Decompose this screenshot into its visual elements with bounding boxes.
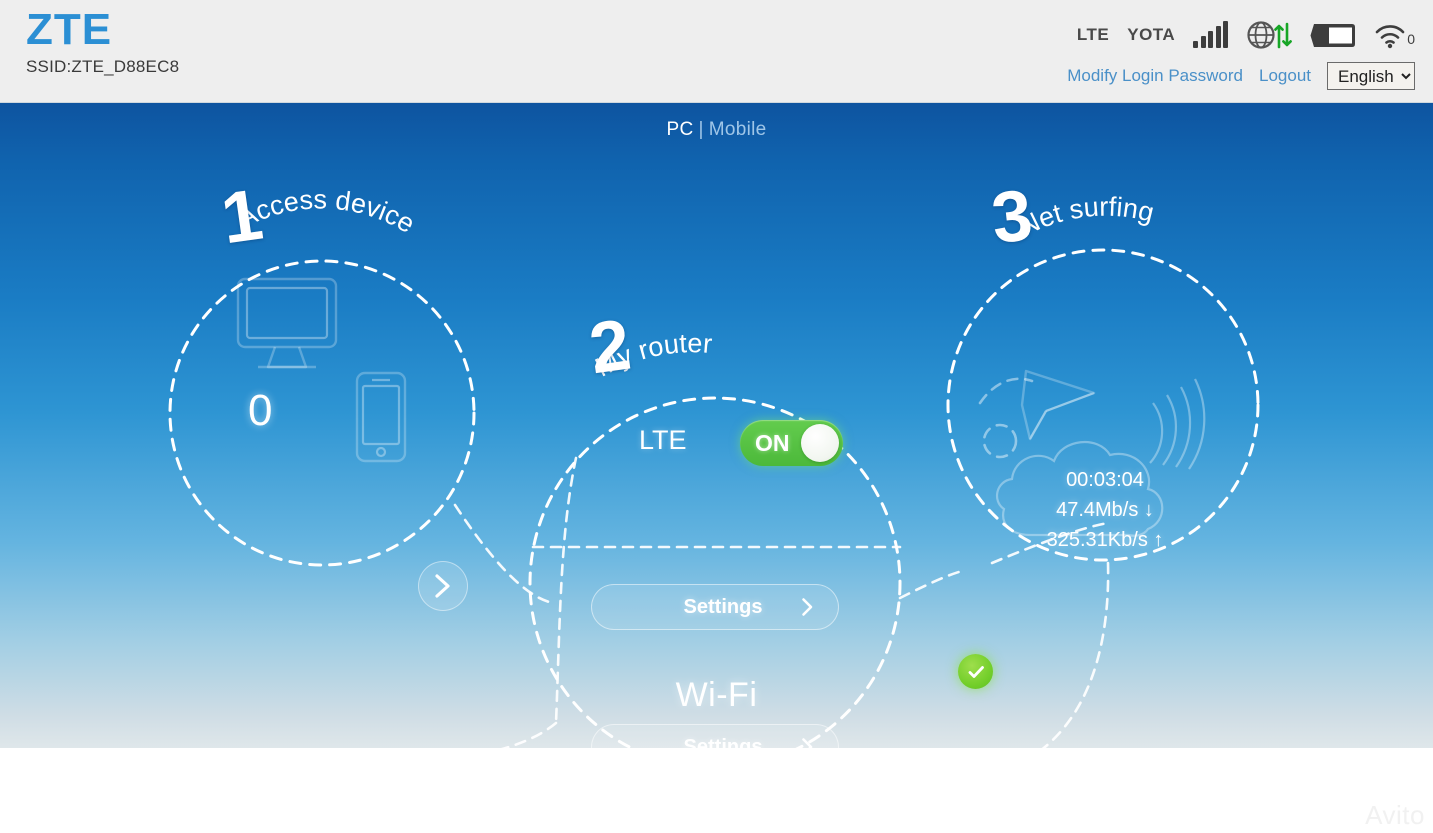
hero-diagram: .dash { fill:none; stroke:#ffffff; strok… [0, 103, 1433, 748]
battery-icon [1310, 22, 1356, 49]
step-3-title-text: Net surfing [1014, 192, 1157, 242]
smartphone-icon [355, 371, 407, 463]
wifi-waves-icon [1149, 378, 1206, 470]
view-toggle-pc[interactable]: PC [666, 119, 693, 140]
monitor-icon [236, 277, 338, 369]
step-3-number: 3 [987, 175, 1037, 259]
bottom-bar: Statistics Status Information Avito [0, 748, 1433, 833]
diagram-graphics: .dash { fill:none; stroke:#ffffff; strok… [168, 184, 1260, 748]
page-header: ZTE SSID:ZTE_D88EC8 LTE YOTA 0 Modify Lo… [0, 0, 1433, 103]
chevron-right-icon [801, 737, 814, 748]
wifi-icon: 0 [1374, 22, 1415, 49]
view-toggle: PC | Mobile [0, 119, 1433, 141]
network-type-label: LTE [1076, 25, 1110, 44]
access-device-arrow-button[interactable] [418, 561, 468, 611]
wifi-settings-button[interactable]: Settings [591, 724, 839, 748]
status-icon-bar: LTE YOTA 0 [1077, 16, 1415, 54]
avito-watermark: Avito [1365, 800, 1425, 830]
router-admin-page: ZTE SSID:ZTE_D88EC8 LTE YOTA 0 Modify Lo… [0, 0, 1433, 833]
signal-icon [1193, 21, 1229, 48]
wifi-client-count: 0 [1407, 30, 1415, 47]
chevron-right-icon [435, 574, 450, 598]
my-router-circle [528, 396, 902, 748]
lte-label: LTE [639, 425, 687, 455]
logout-link[interactable]: Logout [1259, 66, 1311, 86]
ssid-label: SSID:ZTE_D88EC8 [26, 57, 180, 76]
view-toggle-separator: | [698, 119, 704, 140]
lte-toggle[interactable]: ON [740, 420, 843, 466]
upload-rate: 325.31Kb/s ↑ [1046, 529, 1164, 551]
lte-toggle-knob [801, 424, 839, 462]
connected-time: 00:03:04 [1066, 469, 1144, 491]
globe-transfer-icon [1246, 20, 1293, 50]
access-device-circle [168, 259, 476, 567]
access-device-count: 0 [248, 386, 273, 435]
chevron-right-icon [801, 597, 814, 617]
download-rate: 47.4Mb/s ↓ [1056, 499, 1154, 521]
carrier-label: YOTA [1127, 25, 1176, 44]
language-select[interactable]: English [1327, 62, 1415, 90]
brand-block: ZTE SSID:ZTE_D88EC8 [26, 4, 179, 78]
zte-logo: ZTE [26, 5, 113, 54]
header-links: Modify Login Password Logout English [1067, 62, 1415, 90]
net-surfing-stats: 00:03:04 47.4Mb/s ↓ 325.31Kb/s ↑ [1015, 465, 1195, 555]
view-toggle-mobile[interactable]: Mobile [709, 119, 767, 140]
lte-toggle-state: ON [755, 429, 790, 456]
connection-status-check-icon [958, 654, 993, 689]
lte-settings-button[interactable]: Settings [591, 584, 839, 630]
modify-login-password-link[interactable]: Modify Login Password [1067, 66, 1243, 86]
